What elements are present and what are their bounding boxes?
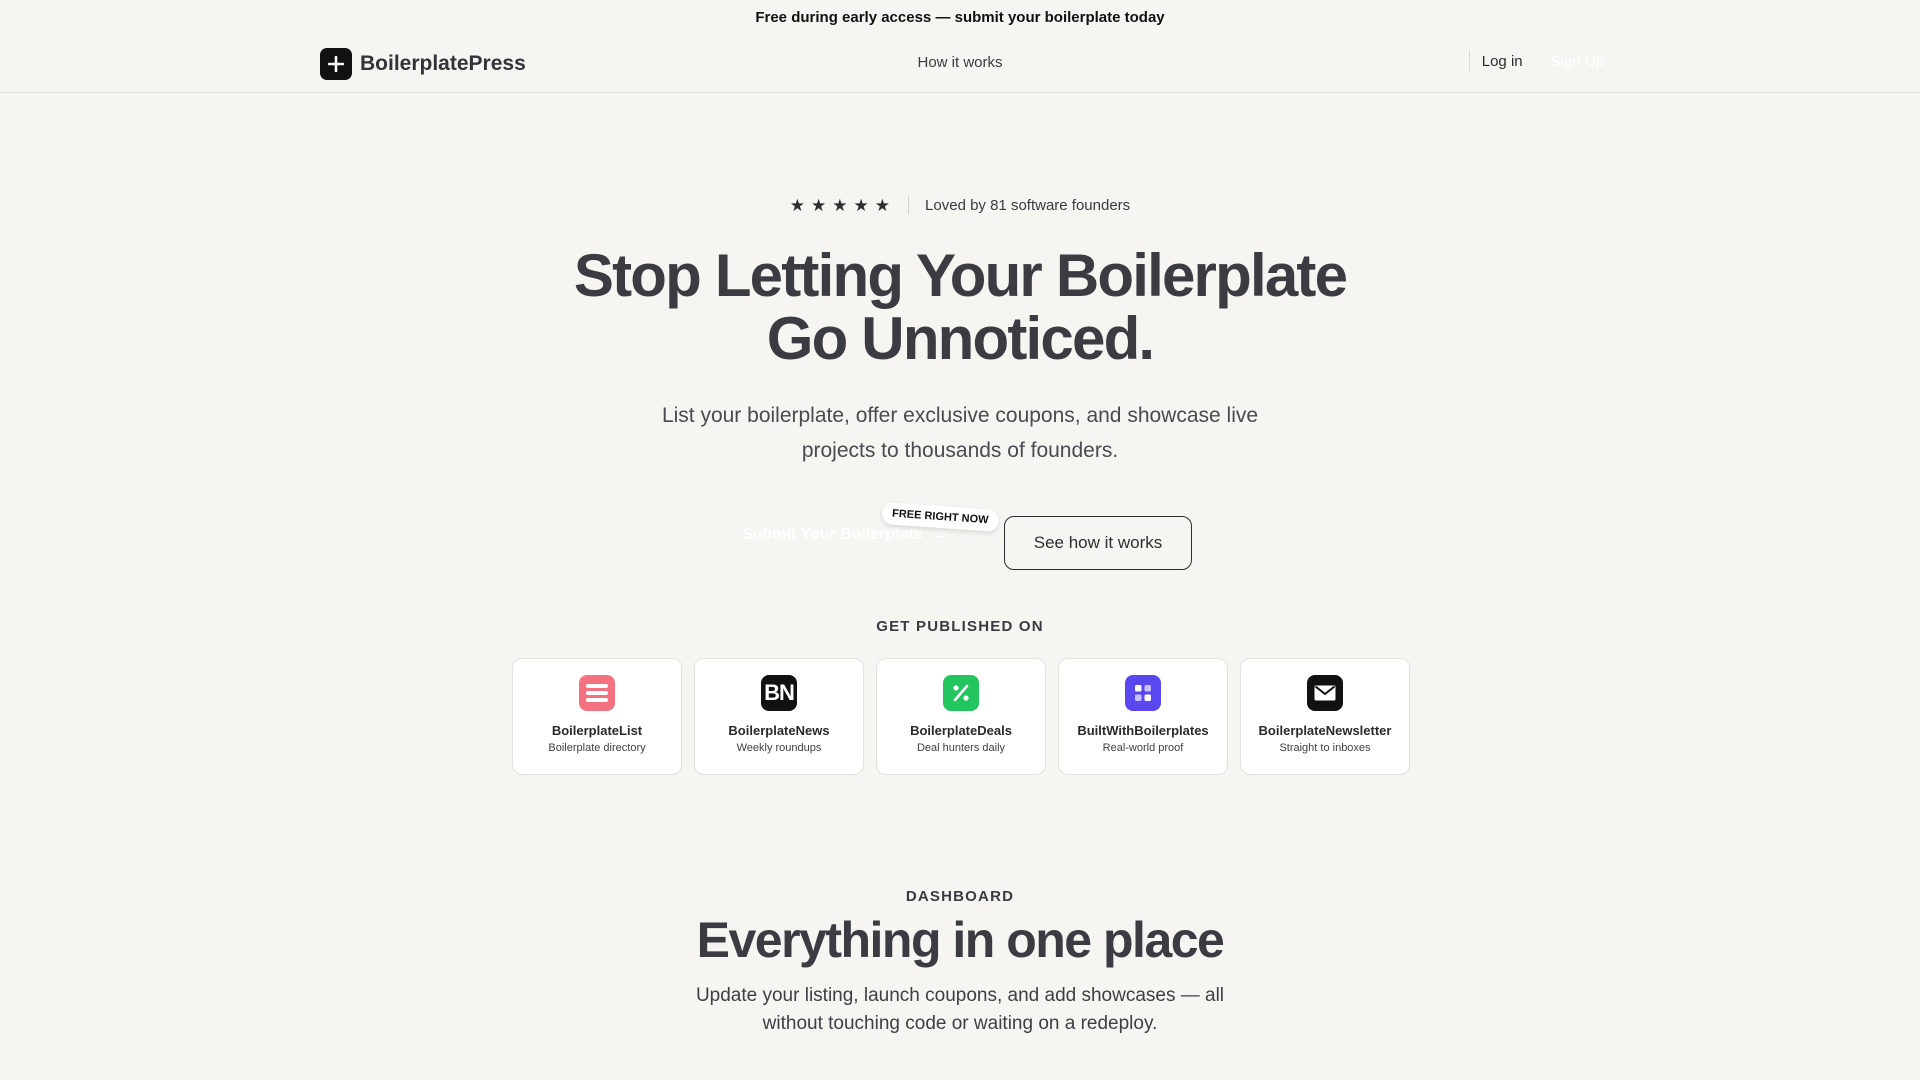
hero-title: Stop Letting Your Boilerplate Go Unnotic… bbox=[0, 244, 1920, 370]
bn-logo-text: BN bbox=[764, 680, 795, 705]
rating-row: ★ ★ ★ ★ ★ Loved by 81 software founders bbox=[0, 196, 1920, 214]
platform-name: BuiltWithBoilerplates bbox=[1077, 723, 1209, 738]
rating-divider bbox=[908, 196, 910, 214]
mail-icon bbox=[1307, 675, 1343, 711]
platform-card-boilerplatedeals[interactable]: BoilerplateDeals Deal hunters daily bbox=[876, 658, 1046, 775]
cta-row: Submit Your Boilerplate → FREE RIGHT NOW… bbox=[0, 501, 1920, 570]
arrow-right-icon: → bbox=[930, 526, 947, 543]
platform-card-boilerplatenewsletter[interactable]: BoilerplateNewsletter Straight to inboxe… bbox=[1240, 658, 1410, 775]
hero-subtitle-line1: List your boilerplate, offer exclusive c… bbox=[661, 404, 1259, 427]
dashboard-title: Everything in one place bbox=[696, 912, 1225, 968]
platform-card-builtwithboilerplates[interactable]: BuiltWithBoilerplates Real-world proof bbox=[1058, 658, 1228, 775]
submit-boilerplate-button[interactable]: Submit Your Boilerplate → bbox=[742, 526, 947, 544]
hero-subtitle-line2: projects to thousands of founders. bbox=[801, 439, 1119, 462]
platform-name: BoilerplateNews bbox=[728, 723, 830, 738]
star-icon: ★ bbox=[832, 195, 848, 215]
platform-list: BoilerplateList Boilerplate directory BN… bbox=[512, 658, 1410, 775]
platform-desc: Real-world proof bbox=[1102, 742, 1184, 754]
rating-text: Loved by 81 software founders bbox=[925, 196, 1131, 214]
grid-icon bbox=[1125, 675, 1161, 711]
star-icon: ★ bbox=[874, 195, 891, 215]
announcement-bar: Free during early access — submit your b… bbox=[0, 0, 1920, 35]
published-label: GET PUBLISHED ON bbox=[876, 618, 1044, 635]
dashboard-subtitle-line1: Update your listing, launch coupons, and… bbox=[695, 985, 1225, 1006]
dashboard-label: DASHBOARD bbox=[905, 888, 1015, 905]
how-it-works-link[interactable]: How it works bbox=[917, 54, 1002, 71]
top-navbar: BoilerplatePress How it works Log in Sig… bbox=[0, 35, 1920, 93]
nav-center: How it works bbox=[0, 54, 1920, 72]
platform-desc: Weekly roundups bbox=[736, 742, 822, 754]
star-rating: ★ ★ ★ ★ ★ bbox=[790, 197, 890, 214]
star-icon: ★ bbox=[789, 195, 806, 215]
platform-name: BoilerplateList bbox=[551, 723, 643, 738]
see-how-it-works-button[interactable]: See how it works bbox=[1004, 516, 1192, 570]
nav-divider bbox=[1468, 50, 1470, 72]
star-icon: ★ bbox=[811, 195, 827, 215]
platform-desc: Boilerplate directory bbox=[548, 742, 646, 754]
star-icon: ★ bbox=[853, 195, 869, 215]
hero-subtitle: List your boilerplate, offer exclusive c… bbox=[0, 398, 1920, 468]
brand-name: BoilerplatePress bbox=[360, 52, 526, 75]
plus-icon bbox=[320, 48, 352, 80]
platform-name: BoilerplateDeals bbox=[910, 723, 1012, 738]
dashboard-subtitle-line2: without touching code or waiting on a re… bbox=[762, 1013, 1158, 1034]
hero-title-line1: Stop Letting Your Boilerplate bbox=[573, 242, 1348, 309]
login-link[interactable]: Log in bbox=[1482, 53, 1523, 70]
platform-card-boilerplatelist[interactable]: BoilerplateList Boilerplate directory bbox=[512, 658, 682, 775]
platform-name: BoilerplateNewsletter bbox=[1258, 723, 1392, 738]
hero-title-line2: Go Unnoticed. bbox=[766, 305, 1155, 372]
submit-boilerplate-label: Submit Your Boilerplate bbox=[742, 526, 923, 543]
dashboard-subtitle: Update your listing, launch coupons, and… bbox=[0, 982, 1920, 1038]
platform-card-boilerplatenews[interactable]: BN BoilerplateNews Weekly roundups bbox=[694, 658, 864, 775]
nav-actions: Log in Sign Up bbox=[1468, 47, 1604, 75]
platform-desc: Deal hunters daily bbox=[916, 742, 1006, 754]
list-icon bbox=[579, 675, 615, 711]
announcement-text: Free during early access — submit your b… bbox=[755, 9, 1165, 26]
platform-desc: Straight to inboxes bbox=[1279, 742, 1371, 754]
brand-logo-link[interactable]: BoilerplatePress bbox=[320, 48, 526, 80]
signup-button[interactable]: Sign Up bbox=[1551, 53, 1604, 70]
bn-logo-icon: BN bbox=[761, 675, 797, 711]
percent-icon bbox=[943, 675, 979, 711]
